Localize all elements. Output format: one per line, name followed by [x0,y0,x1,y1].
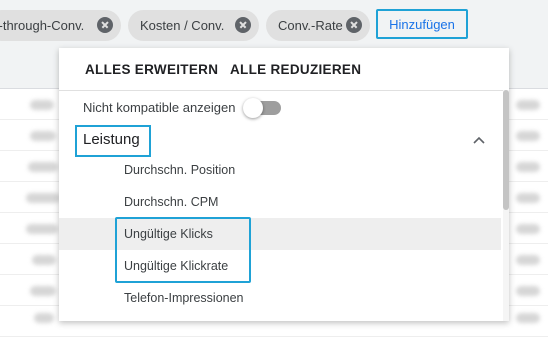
scrollbar-thumb[interactable] [503,90,509,210]
remove-chip-icon[interactable] [235,17,251,33]
show-incompatible-toggle[interactable] [243,98,281,118]
column-picker-panel: ALLES ERWEITERN ALLE REDUZIEREN Nicht ko… [59,48,509,321]
chip-conv-rate[interactable]: Conv.-Rate [266,10,370,41]
add-column-button[interactable]: Hinzufügen [376,9,468,39]
list-item-label: Durchschn. CPM [124,195,219,209]
list-item-label: Durchschn. Position [124,163,236,177]
show-incompatible-label: Nicht kompatible anzeigen [83,100,236,115]
collapse-all-button[interactable]: ALLE REDUZIEREN [230,62,361,77]
chip-label: Kosten / Conv. [140,18,225,33]
remove-chip-icon[interactable] [97,17,113,33]
chip-cost-per-conv[interactable]: Kosten / Conv. [128,10,259,41]
list-item-label: Telefon-Impressionen [124,291,244,305]
items-highlight-box [115,217,251,283]
chevron-up-icon[interactable] [471,132,487,148]
section-title-leistung[interactable]: Leistung [83,131,140,148]
toggle-thumb [243,98,263,118]
chip-label: v-through-Conv. [0,18,85,33]
list-item-avg-cpm[interactable]: Durchschn. CPM [59,186,501,218]
remove-chip-icon[interactable] [346,17,362,33]
list-item-phone-impressions[interactable]: Telefon-Impressionen [59,282,501,314]
chip-label: Conv.-Rate [278,18,343,33]
chip-view-through-conv[interactable]: v-through-Conv. [0,10,121,41]
list-item-avg-position[interactable]: Durchschn. Position [59,154,501,186]
panel-header: ALLES ERWEITERN ALLE REDUZIEREN [59,48,509,91]
expand-all-button[interactable]: ALLES ERWEITERN [85,62,218,77]
